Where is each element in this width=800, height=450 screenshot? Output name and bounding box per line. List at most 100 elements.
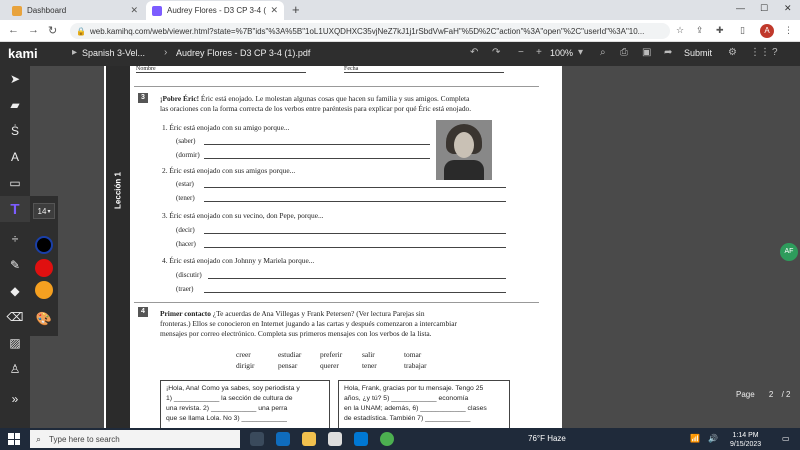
ex3-item-4-verb-1: (discutir) <box>176 271 202 279</box>
exercise-4-line-1: ¿Te acuerdas de Ana Villegas y Frank Pet… <box>212 309 425 318</box>
share-arrow-icon[interactable]: ➦ <box>664 47 672 58</box>
breadcrumb-folder[interactable]: Spanish 3-Vel... <box>82 48 145 58</box>
answer-line[interactable] <box>204 158 430 159</box>
undo-icon[interactable]: ↶ <box>470 47 478 58</box>
verb-preferir: preferir <box>320 350 343 359</box>
bookmark-star-icon[interactable]: ☆ <box>676 25 684 36</box>
user-avatar[interactable]: AF <box>780 243 798 261</box>
tab-dashboard[interactable]: Dashboard ✕ <box>6 1 144 20</box>
answer-line[interactable] <box>204 247 506 248</box>
msg-ana-line: ¡Hola, Ana! Como ya sabes, soy periodist… <box>166 385 300 392</box>
address-bar[interactable]: 🔒 web.kamihq.com/web/viewer.html?state=%… <box>70 23 670 39</box>
store-icon[interactable] <box>328 432 342 446</box>
text-markup-tool-icon[interactable]: A <box>0 144 30 170</box>
palette-icon[interactable]: 🎨 <box>35 310 53 328</box>
page-current[interactable]: 2 <box>769 390 773 399</box>
breadcrumb-file[interactable]: Audrey Flores - D3 CP 3-4 (1).pdf <box>176 48 310 58</box>
select-tool-icon[interactable]: ➤ <box>0 66 30 92</box>
text-tool-icon[interactable]: T <box>0 196 30 222</box>
expand-sidebar-icon[interactable]: » <box>0 386 30 412</box>
close-tab-icon[interactable]: ✕ <box>130 5 138 16</box>
print-icon[interactable]: ⎙ <box>620 47 628 58</box>
color-swatch-red[interactable] <box>35 259 53 277</box>
fecha-line <box>344 72 504 73</box>
exercise-4-line-2: fronteras.) Ellos se conocieron en Inter… <box>160 319 457 328</box>
help-icon[interactable]: ? <box>772 47 778 58</box>
kami-logo: kami <box>8 46 38 61</box>
color-swatch-black[interactable] <box>35 236 53 254</box>
font-size-select[interactable]: 14 ▾ <box>33 203 55 219</box>
taskbar-clock[interactable]: 1:14 PM 9/15/2023 <box>730 431 761 449</box>
zoom-dropdown-icon[interactable]: ▾ <box>578 47 583 58</box>
network-icon[interactable]: 📶 <box>690 434 700 443</box>
minimize-icon[interactable]: — <box>736 3 745 13</box>
grid-apps-icon[interactable]: ⋮⋮ <box>750 47 770 58</box>
image-tool-icon[interactable]: ▨ <box>0 330 30 356</box>
verb-estudiar: estudiar <box>278 350 302 359</box>
maximize-icon[interactable]: ☐ <box>760 3 768 14</box>
msg-frank-line: años, ¿y tú? 5) ____________ economía <box>344 395 469 402</box>
comment-tool-icon[interactable]: ▭ <box>0 170 30 196</box>
answer-line[interactable] <box>204 292 506 293</box>
ex3-item-2-verb-2: (tener) <box>176 194 195 202</box>
zoom-in-icon[interactable]: + <box>536 47 542 58</box>
chevron-down-icon: ▾ <box>47 208 51 215</box>
notifications-icon[interactable]: ▭ <box>782 434 790 443</box>
eric-photo <box>436 120 492 180</box>
exercise-3-number: 3 <box>138 93 148 103</box>
windows-start-icon[interactable] <box>8 433 20 445</box>
chrome-icon[interactable] <box>380 432 394 446</box>
stamp-tool-icon[interactable]: ♙ <box>0 356 30 382</box>
taskbar-search-input[interactable]: ⌕ Type here to search <box>30 430 240 448</box>
new-tab-button[interactable]: + <box>292 2 300 17</box>
search-icon: ⌕ <box>36 433 42 444</box>
url-text: web.kamihq.com/web/viewer.html?state=%7B… <box>89 26 645 36</box>
mail-icon[interactable] <box>354 432 368 446</box>
page-indicator: Page 2 / 2 <box>736 390 791 399</box>
profile-avatar[interactable]: A <box>760 24 774 38</box>
strikethrough-tool-icon[interactable]: Ṡ <box>0 118 30 144</box>
exercise-3-instructions-1: Éric está enojado. Le molestan algunas c… <box>200 94 470 103</box>
answer-line[interactable] <box>204 201 506 202</box>
page-total: / 2 <box>781 390 791 399</box>
volume-icon[interactable]: 🔊 <box>708 434 718 443</box>
edge-icon[interactable] <box>276 432 290 446</box>
redo-icon[interactable]: ↷ <box>492 47 500 58</box>
file-explorer-icon[interactable] <box>302 432 316 446</box>
eraser-tool-icon[interactable]: ⌫ <box>0 304 30 330</box>
exercise-3-title: ¡Pobre Éric! <box>160 94 200 103</box>
drawing-tool-icon[interactable]: ✎ <box>0 252 30 278</box>
tab-kami-pdf[interactable]: Audrey Flores - D3 CP 3-4 (1).pdf ✕ <box>146 1 284 20</box>
weather-widget[interactable]: 76°F Haze <box>528 434 566 443</box>
msg-frank-line: de estadística. También 7) ____________ <box>344 415 471 422</box>
verb-querer: querer <box>320 361 339 370</box>
answer-line[interactable] <box>204 187 506 188</box>
answer-line[interactable] <box>204 233 506 234</box>
answer-line[interactable] <box>204 144 430 145</box>
share-icon[interactable]: ⇪ <box>696 25 704 36</box>
equation-tool-icon[interactable]: ÷ <box>0 226 30 252</box>
highlighter-tool-icon[interactable]: ▰ <box>0 92 30 118</box>
zoom-out-icon[interactable]: − <box>518 47 524 58</box>
close-tab-icon[interactable]: ✕ <box>270 5 278 16</box>
back-icon[interactable]: ← <box>8 24 19 36</box>
search-icon[interactable]: ⌕ <box>600 47 606 58</box>
reload-icon[interactable]: ↻ <box>48 24 57 37</box>
task-view-icon[interactable] <box>250 432 264 446</box>
shapes-tool-icon[interactable]: ◆ <box>0 278 30 304</box>
color-swatch-orange[interactable] <box>35 281 53 299</box>
msg-ana-line: que se llama Lola. No 3) ____________ <box>166 415 287 422</box>
answer-line[interactable] <box>208 278 506 279</box>
page-label: Page <box>736 390 755 399</box>
submit-button[interactable]: Submit <box>684 48 712 58</box>
kami-favicon-icon <box>152 5 162 16</box>
close-window-icon[interactable]: ✕ <box>784 3 792 14</box>
forward-icon[interactable]: → <box>28 24 39 36</box>
zoom-level[interactable]: 100% <box>550 48 573 58</box>
nombre-line <box>136 72 306 73</box>
save-icon[interactable]: ▣ <box>642 47 651 58</box>
extensions-icon[interactable]: ✚ <box>716 25 724 36</box>
menu-kebab-icon[interactable]: ⋮ <box>784 25 793 36</box>
sidepanel-icon[interactable]: ▯ <box>740 25 745 36</box>
settings-gear-icon[interactable]: ⚙ <box>728 47 737 58</box>
